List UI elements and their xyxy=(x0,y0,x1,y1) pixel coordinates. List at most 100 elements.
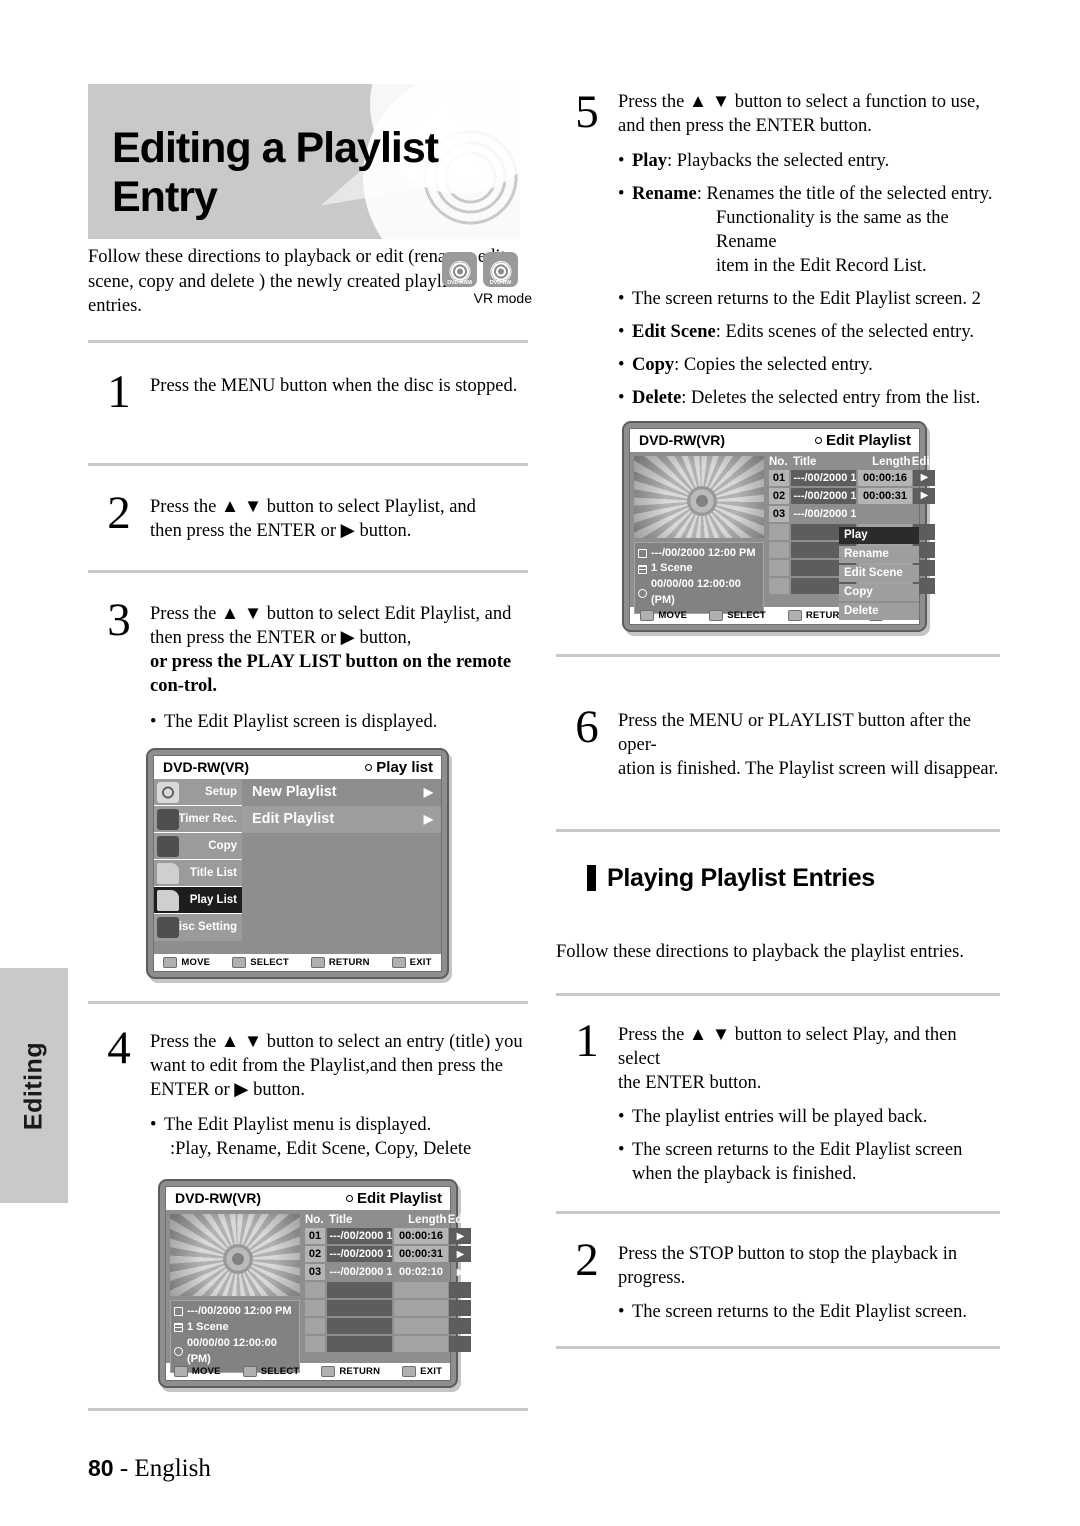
chevron-right-icon[interactable]: ▶ xyxy=(913,469,936,487)
enter-icon xyxy=(232,956,247,968)
osd-footer-exit[interactable]: EXIT xyxy=(391,956,432,968)
chevron-right-icon: ▶ xyxy=(423,812,433,827)
bullet-dot-icon: • xyxy=(618,1106,625,1127)
osd-bullet-icon xyxy=(365,763,373,771)
table-row[interactable]: 01 ---/00/2000 1 00:00:16 ▶ xyxy=(305,1227,472,1245)
step-3-bullets: • The Edit Playlist screen is displayed. xyxy=(88,710,528,734)
chevron-right-icon[interactable]: ▶ xyxy=(449,1264,471,1281)
osd-footer-select[interactable]: SELECT xyxy=(242,1365,300,1377)
disc-ring-icon xyxy=(449,261,470,282)
step-text-line1: Press the ▲ ▼ button to select Playlist,… xyxy=(150,497,476,518)
osd-disc-label: DVD-RW(VR) xyxy=(175,1190,262,1207)
osd-footer-return[interactable]: RETURN xyxy=(310,956,370,968)
bullet-text: : Playbacks the selected entry. xyxy=(666,151,890,172)
scene-icon xyxy=(638,564,647,574)
osd-footer-select[interactable]: SELECT xyxy=(709,609,766,621)
step-text-line1: Press the MENU or PLAYLIST button after … xyxy=(618,710,972,755)
step-number: 1 xyxy=(107,365,131,418)
divider xyxy=(88,339,528,343)
bullet-text-cont1: Functionality is the same as the Rename xyxy=(716,208,949,253)
divider xyxy=(556,992,1000,996)
osd-footer-move[interactable]: MOVE xyxy=(163,956,210,968)
osd-menu-item-setup[interactable]: Setup xyxy=(154,778,242,806)
osd-row-edit-playlist[interactable]: Edit Playlist ▶ xyxy=(242,805,441,833)
osd-info-date: ---/00/2000 12:00 PM xyxy=(651,546,756,559)
osd-info-time: 00/00/00 12:00:00 (PM) xyxy=(187,1336,277,1365)
playing-step-1-bullets: • The playlist entries will be played ba… xyxy=(556,1105,1000,1186)
clock-icon xyxy=(638,588,647,598)
osd-entry-list[interactable]: No. Title Length Edit 01 ---/00/2000 1 0… xyxy=(303,1210,475,1360)
osd-context-menu-item-edit-scene[interactable]: Edit Scene xyxy=(839,564,919,583)
page-language: English xyxy=(134,1455,211,1482)
osd-footer-return[interactable]: RETURN xyxy=(321,1365,380,1377)
bullet-text: : Deletes the selected entry from the li… xyxy=(681,388,981,409)
bullet-dot-icon: • xyxy=(150,711,157,732)
vr-mode-label: VR mode xyxy=(473,290,532,306)
osd-context-menu[interactable]: Play Rename Edit Scene Copy Delete xyxy=(839,526,919,622)
exit-icon xyxy=(402,1365,417,1377)
osd-menu-item-timer-rec[interactable]: Timer Rec. xyxy=(154,805,242,833)
chevron-right-icon[interactable]: ▶ xyxy=(449,1227,472,1245)
osd-row-new-playlist[interactable]: New Playlist ▶ xyxy=(242,779,441,806)
osd-context-menu-item-rename[interactable]: Rename xyxy=(839,545,919,564)
osd-menu-item-copy[interactable]: Copy xyxy=(154,832,242,860)
chevron-right-icon[interactable]: ▶ xyxy=(913,487,936,505)
bullet-text: : Edits scenes of the selected entry. xyxy=(715,322,974,343)
osd-context-menu-item-copy[interactable]: Copy xyxy=(839,583,919,602)
osd-thumbnail xyxy=(170,1213,300,1296)
osd-thumbnail xyxy=(634,455,764,538)
osd-footer-select[interactable]: SELECT xyxy=(232,956,289,968)
section-heading-text: Playing Playlist Entries xyxy=(607,863,875,892)
osd-screen-title: Edit Playlist xyxy=(825,431,911,449)
table-row[interactable]: 02 ---/00/2000 1 00:00:31 ▶ xyxy=(305,1245,472,1263)
copy-icon xyxy=(157,835,179,857)
dvd-rw-badge: DVD-RW xyxy=(483,252,518,287)
step-text-line1: Press the STOP button to stop the playba… xyxy=(618,1243,958,1264)
osd-playlist-menu-screen[interactable]: DVD-RW(VR) Play list Setup Timer Rec. Co… xyxy=(146,747,449,979)
osd-side-menu[interactable]: Setup Timer Rec. Copy Title List Play Li… xyxy=(154,778,242,951)
osd-footer-return[interactable]: RETURN xyxy=(787,609,847,621)
osd-footer-exit[interactable]: EXIT xyxy=(402,1365,442,1377)
step-text-line1: Press the ▲ ▼ button to select a functio… xyxy=(618,92,980,112)
table-row[interactable]: 03 ---/00/2000 1 xyxy=(769,505,935,523)
bullet-text: The screen returns to the Edit Playlist … xyxy=(632,289,981,310)
step-text-line3: ENTER or ▶ button. xyxy=(150,1079,306,1100)
table-row[interactable]: 02 ---/00/2000 1 00:00:31 ▶ xyxy=(769,487,936,505)
bullet-dot-icon: • xyxy=(618,388,625,409)
row-length: 00:02:10 xyxy=(398,1266,443,1279)
osd-menu-item-label: Title List xyxy=(189,866,237,879)
chevron-right-icon[interactable]: ▶ xyxy=(449,1245,472,1263)
osd-screen-title: Edit Playlist xyxy=(356,1189,442,1207)
osd-menu-item-play-list[interactable]: Play List xyxy=(154,886,242,914)
title-list-icon xyxy=(157,862,179,884)
step-number: 3 xyxy=(107,593,131,646)
column-header-title: Title xyxy=(329,1213,353,1226)
column-header-no: No. xyxy=(769,455,788,468)
scene-icon xyxy=(174,1323,183,1333)
bullet-subtext: :Play, Rename, Edit Scene, Copy, Delete xyxy=(170,1138,472,1159)
step-text-line2: then press the ENTER or ▶ button. xyxy=(150,521,412,542)
playing-step-1: 1 Press the ▲ ▼ button to select Play, a… xyxy=(556,1017,1000,1095)
osd-title-bar: DVD-RW(VR) Edit Playlist xyxy=(630,428,919,452)
dpad-icon xyxy=(640,609,655,621)
osd-footer-move[interactable]: MOVE xyxy=(640,609,687,621)
bullet-dot-icon: • xyxy=(618,151,625,172)
row-no: 03 xyxy=(305,1263,325,1281)
bullet-text: The Edit Playlist menu is displayed. xyxy=(164,1114,432,1135)
divider xyxy=(88,1407,528,1411)
table-row[interactable]: 01 ---/00/2000 1 00:00:16 ▶ xyxy=(769,469,936,487)
osd-edit-playlist-popup-screen[interactable]: DVD-RW(VR) Edit Playlist ---/00/2000 12:… xyxy=(622,420,936,632)
return-icon xyxy=(787,609,802,621)
osd-menu-item-title-list[interactable]: Title List xyxy=(154,859,242,887)
osd-context-menu-item-delete[interactable]: Delete xyxy=(839,602,919,621)
table-row[interactable]: 03 ---/00/2000 1 00:02:10 ▶ xyxy=(305,1263,471,1281)
osd-footer-move[interactable]: MOVE xyxy=(173,1365,221,1377)
osd-context-menu-item-play[interactable]: Play xyxy=(839,526,919,545)
right-column: 5 Press the ▲ ▼ button to select a funct… xyxy=(556,84,1000,1350)
osd-edit-playlist-screen[interactable]: DVD-RW(VR) Edit Playlist ---/00/2000 12:… xyxy=(158,1178,472,1388)
enter-icon xyxy=(242,1365,257,1377)
step-text-line2: then press the ENTER or ▶ button, xyxy=(150,627,412,648)
bullet-term: Copy xyxy=(632,355,675,376)
osd-menu-item-disc-setting[interactable]: Disc Setting xyxy=(154,913,242,941)
osd-disc-label: DVD-RW(VR) xyxy=(163,759,250,776)
